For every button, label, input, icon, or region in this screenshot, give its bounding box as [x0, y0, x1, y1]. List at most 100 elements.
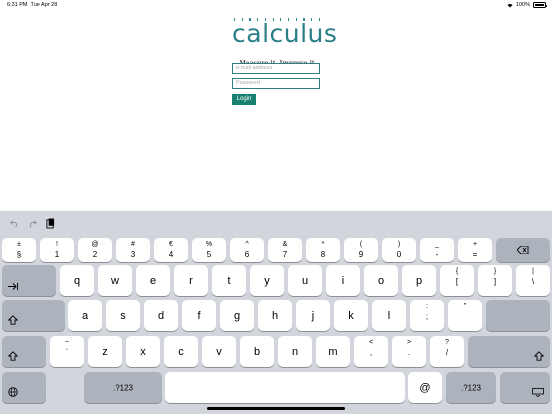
key-§[interactable]: ± §: [2, 238, 36, 262]
key-bottom-label: 0: [396, 250, 402, 259]
key-label: t: [227, 274, 231, 287]
key-label: s: [120, 309, 126, 322]
key-at[interactable]: @: [408, 372, 442, 403]
key-top-label: ”: [463, 303, 467, 310]
key-label: .?123: [460, 383, 482, 392]
logo-wordmark: calculus: [232, 19, 338, 48]
key-bottom-label: .: [407, 348, 411, 357]
key-bottom-label: 8: [320, 250, 326, 259]
battery-icon: [533, 2, 547, 8]
key-l[interactable]: l: [372, 300, 406, 331]
key-i[interactable]: i: [326, 265, 360, 296]
delete-key[interactable]: [496, 238, 550, 262]
key-q[interactable]: q: [60, 265, 94, 296]
keyboard-shortcut-bar: [0, 211, 552, 237]
key-a[interactable]: a: [68, 300, 102, 331]
key-bottom-label: 6: [244, 250, 250, 259]
key-g[interactable]: g: [220, 300, 254, 331]
shift-key-right[interactable]: [468, 336, 550, 367]
key-m[interactable]: m: [316, 336, 350, 367]
key-p[interactable]: p: [402, 265, 436, 296]
shift-icon: [534, 351, 544, 361]
key-2[interactable]: @2: [78, 238, 112, 262]
key-n[interactable]: n: [278, 336, 312, 367]
key-o[interactable]: o: [364, 265, 398, 296]
key-top-label: ~: [64, 339, 70, 346]
key-bottom-label: \: [531, 277, 535, 286]
key-top-label: *: [321, 241, 325, 248]
keyboard: ± §! 1 @2 #3 €4% 5 ^ 6 & 7 * 8(9) 0 _ - + = q w e r t y u i o p{[}]…: [0, 236, 552, 414]
numbers-key-right[interactable]: .?123: [446, 372, 496, 403]
status-bar: 6:31 PM Tue Apr 28 100%: [0, 0, 552, 10]
key-4[interactable]: €4: [154, 238, 188, 262]
key-s[interactable]: s: [106, 300, 140, 331]
key-h[interactable]: h: [258, 300, 292, 331]
key-z[interactable]: z: [88, 336, 122, 367]
key-e[interactable]: e: [136, 265, 170, 296]
keyboard-dismiss-icon: [532, 388, 544, 397]
shift-key-left-2[interactable]: [2, 336, 46, 367]
key-w[interactable]: w: [98, 265, 132, 296]
key-bottom-label: =: [472, 250, 478, 259]
key-x[interactable]: x: [126, 336, 160, 367]
status-right: 100%: [507, 2, 547, 8]
numbers-key-left[interactable]: .?123: [84, 372, 162, 403]
redo-icon[interactable]: [28, 219, 37, 228]
tab-icon: [8, 283, 18, 290]
key-5[interactable]: % 5: [192, 238, 226, 262]
key-k[interactable]: k: [334, 300, 368, 331]
globe-key[interactable]: [2, 372, 46, 403]
key-label: .?123: [112, 383, 134, 392]
key-bottom-label: /: [445, 348, 449, 357]
key-punct2-2[interactable]: ? /: [430, 336, 464, 367]
key-top-label: +: [472, 241, 478, 248]
key-6[interactable]: ^ 6: [230, 238, 264, 262]
dismiss-keyboard-key[interactable]: [500, 372, 550, 403]
key-punct2-1[interactable]: >.: [392, 336, 426, 367]
key-b[interactable]: b: [240, 336, 274, 367]
key-9[interactable]: (9: [344, 238, 378, 262]
key-j[interactable]: j: [296, 300, 330, 331]
key-d[interactable]: d: [144, 300, 178, 331]
undo-icon[interactable]: [10, 219, 19, 228]
key-][interactable]: }]: [478, 265, 512, 296]
key-label: j: [311, 309, 315, 322]
space-bar[interactable]: [165, 372, 405, 403]
paste-icon[interactable]: [46, 218, 55, 229]
calculus-logo: calculus Measure it. Improve it.: [232, 18, 337, 67]
email-field[interactable]: e-mail address: [232, 63, 320, 74]
key-punct2-0[interactable]: <,: [354, 336, 388, 367]
key-top-label: (: [359, 241, 363, 248]
key-u[interactable]: u: [288, 265, 322, 296]
key-punct-1[interactable]: ”: [448, 300, 482, 331]
battery-percent: 100%: [515, 2, 530, 8]
key-f[interactable]: f: [182, 300, 216, 331]
login-button[interactable]: Login: [232, 94, 256, 105]
key-r[interactable]: r: [174, 265, 208, 296]
tab-key[interactable]: [2, 265, 56, 296]
key--[interactable]: _ -: [420, 238, 454, 262]
key-bottom-label: 2: [92, 250, 98, 259]
status-time: 6:31 PM Tue Apr 28: [7, 2, 58, 8]
password-field[interactable]: Password: [232, 78, 320, 89]
key-\[interactable]: | \: [516, 265, 550, 296]
key-1[interactable]: ! 1: [40, 238, 74, 262]
key-top-label: <: [368, 339, 374, 346]
key-y[interactable]: y: [250, 265, 284, 296]
key-label: r: [189, 274, 193, 287]
key-[[interactable]: {[: [440, 265, 474, 296]
key-c[interactable]: c: [164, 336, 198, 367]
key-punct-0[interactable]: :;: [410, 300, 444, 331]
key-label: e: [149, 274, 157, 287]
return-key[interactable]: [486, 300, 550, 331]
shift-key-left[interactable]: [2, 300, 65, 331]
key-backtick[interactable]: ~ `: [50, 336, 84, 367]
key-3[interactable]: #3: [116, 238, 150, 262]
key-8[interactable]: * 8: [306, 238, 340, 262]
key-top-label: #: [131, 241, 135, 248]
key-t[interactable]: t: [212, 265, 246, 296]
key-7[interactable]: & 7: [268, 238, 302, 262]
key-0[interactable]: ) 0: [382, 238, 416, 262]
key-v[interactable]: v: [202, 336, 236, 367]
key-=[interactable]: + =: [458, 238, 492, 262]
